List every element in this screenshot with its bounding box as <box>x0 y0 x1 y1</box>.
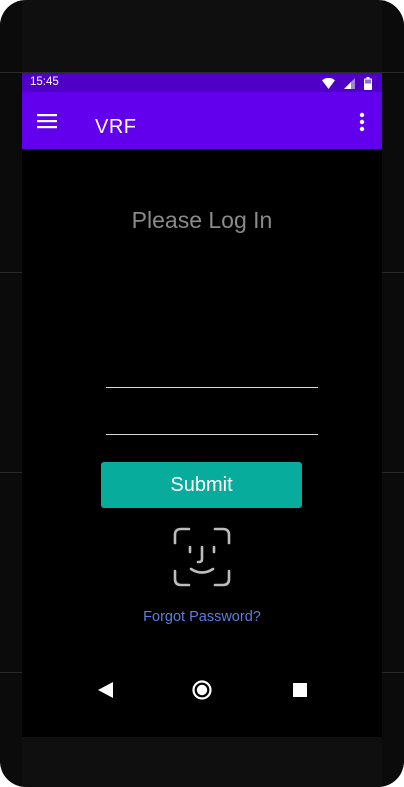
recents-icon[interactable] <box>289 679 311 701</box>
battery-icon <box>364 76 372 90</box>
back-icon[interactable] <box>95 679 117 701</box>
device-left-rail <box>0 0 22 787</box>
system-navigation-bar <box>22 661 382 717</box>
status-time: 15:45 <box>30 76 59 88</box>
device-frame: 15:45 VRF Please Log In Submit Forgot Pa… <box>0 0 404 787</box>
forgot-password-link[interactable]: Forgot Password? <box>22 609 382 625</box>
signal-icon <box>344 77 355 89</box>
password-field[interactable] <box>106 398 318 435</box>
home-icon[interactable] <box>191 679 213 701</box>
login-heading: Please Log In <box>131 207 273 233</box>
face-id-icon[interactable] <box>173 527 231 587</box>
app-title: VRF <box>95 116 137 138</box>
username-field[interactable] <box>106 351 318 388</box>
status-bar: 15:45 <box>22 73 382 92</box>
app-toolbar: VRF <box>22 92 382 149</box>
hamburger-menu-icon[interactable] <box>34 110 60 132</box>
device-right-rail <box>382 0 404 787</box>
submit-button[interactable]: Submit <box>101 462 302 508</box>
wifi-icon <box>322 77 335 89</box>
status-icons <box>322 76 372 90</box>
app-screen: 15:45 VRF Please Log In Submit Forgot Pa… <box>22 73 382 737</box>
more-vert-icon[interactable] <box>354 110 370 134</box>
